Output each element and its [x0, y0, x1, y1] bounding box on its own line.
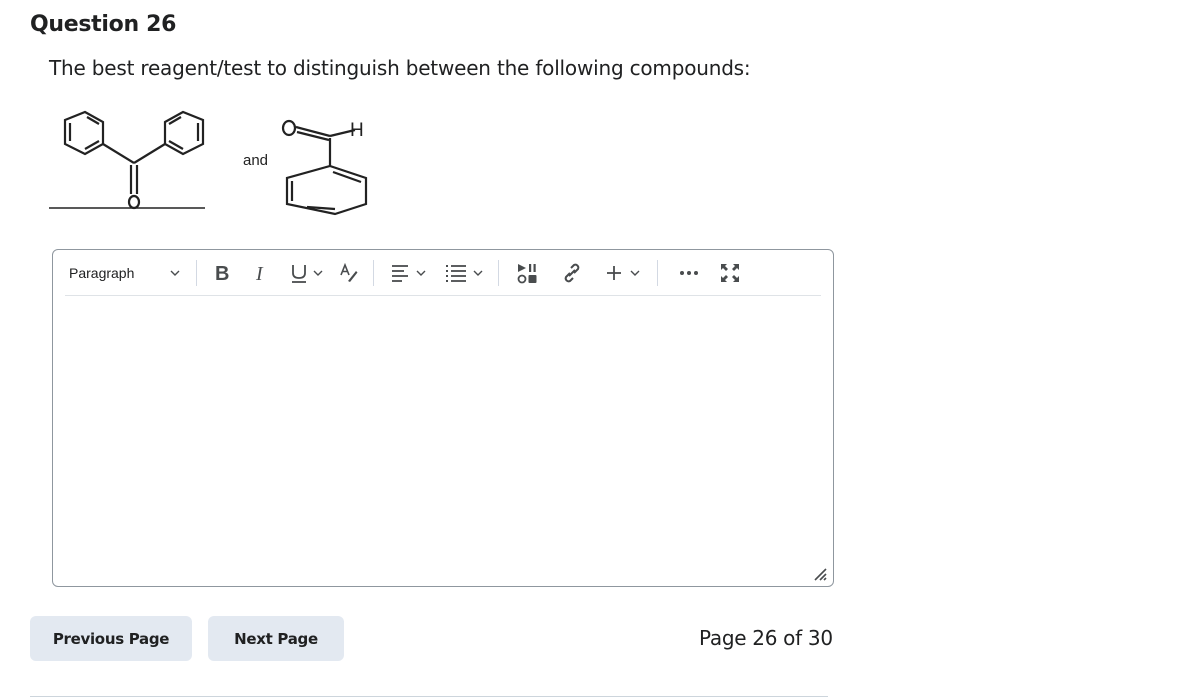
hydrogen-label: H [350, 120, 364, 141]
chemical-structures: and H [49, 110, 368, 216]
underline-icon [292, 264, 306, 283]
insert-link-button[interactable] [549, 256, 595, 290]
align-left-icon [392, 264, 408, 282]
block-format-label: Paragraph [69, 264, 135, 281]
more-options-button[interactable] [664, 256, 714, 290]
insert-media-button[interactable] [505, 256, 549, 290]
toolbar-divider [373, 259, 374, 286]
next-page-button[interactable]: Next Page [208, 616, 344, 661]
chevron-down-icon [170, 270, 180, 276]
italic-icon: I [255, 263, 264, 283]
previous-page-button[interactable]: Previous Page [30, 616, 192, 661]
answer-text-area[interactable] [53, 297, 833, 586]
benzophenone-structure [49, 110, 205, 210]
plus-icon [607, 265, 621, 280]
list-button[interactable] [436, 256, 492, 290]
chevron-down-icon [416, 270, 426, 276]
chevron-down-icon [473, 270, 483, 276]
page-indicator: Page 26 of 30 [699, 626, 833, 650]
link-icon [564, 263, 580, 282]
question-prompt: The best reagent/test to distinguish bet… [49, 56, 751, 80]
question-title: Question 26 [30, 12, 177, 37]
media-icon [517, 263, 537, 283]
resize-handle-icon[interactable] [813, 567, 827, 581]
svg-text:B: B [215, 263, 229, 283]
italic-button[interactable]: I [241, 256, 281, 290]
fullscreen-icon [721, 263, 739, 282]
toolbar-divider [657, 259, 658, 286]
editor-toolbar: Paragraph B I [65, 250, 821, 296]
compound-connector: and [243, 152, 268, 169]
toolbar-divider [196, 259, 197, 286]
answer-editor: Paragraph B I [52, 249, 834, 587]
bold-icon: B [215, 263, 229, 283]
more-icon [680, 270, 698, 275]
underline-button[interactable] [281, 256, 331, 290]
chevron-down-icon [313, 270, 323, 276]
toolbar-divider [498, 259, 499, 286]
chevron-down-icon [630, 270, 640, 276]
bullet-list-icon [446, 264, 466, 282]
bold-button[interactable]: B [203, 256, 241, 290]
align-button[interactable] [380, 256, 436, 290]
svg-text:I: I [255, 263, 264, 283]
format-painter-icon [340, 262, 358, 282]
compounds-image: and H [45, 108, 385, 223]
fullscreen-button[interactable] [714, 256, 746, 290]
insert-stuff-button[interactable] [595, 256, 651, 290]
divider [30, 696, 828, 697]
block-format-select[interactable]: Paragraph [65, 256, 190, 290]
text-format-button[interactable] [331, 256, 367, 290]
